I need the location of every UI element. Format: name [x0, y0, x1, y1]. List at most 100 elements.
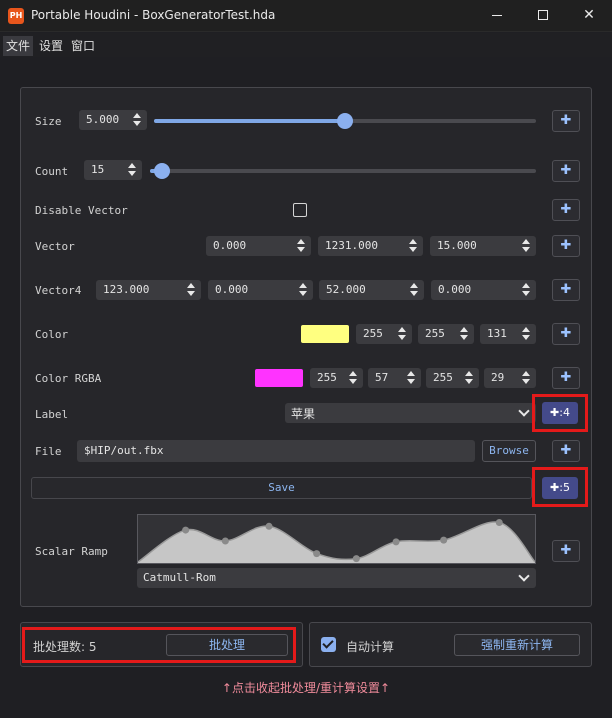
- scalar-ramp-add-button[interactable]: ✚: [552, 540, 580, 562]
- disable-vector-add-button[interactable]: ✚: [552, 199, 580, 221]
- auto-compute-label: 自动计算: [346, 640, 395, 654]
- size-add-button[interactable]: ✚: [552, 110, 580, 132]
- color-rgba-r-spinbox[interactable]: 255: [310, 368, 363, 388]
- color-b-value: 131: [487, 327, 507, 340]
- ramp-point[interactable]: [440, 536, 448, 544]
- ramp-point[interactable]: [182, 526, 190, 534]
- file-path-value: $HIP/out.fbx: [84, 444, 164, 457]
- force-recompute-button[interactable]: 强制重新计算: [454, 634, 580, 656]
- vector4-y-spinbox[interactable]: 0.000: [208, 280, 313, 300]
- color-rgba-b-value: 255: [433, 371, 453, 384]
- spin-arrows-icon[interactable]: [398, 326, 407, 342]
- ramp-point[interactable]: [221, 537, 229, 545]
- count-slider-handle[interactable]: [153, 163, 170, 179]
- color-rgba-r-value: 255: [317, 371, 337, 384]
- color-rgba-b-spinbox[interactable]: 255: [426, 368, 479, 388]
- size-slider[interactable]: [154, 113, 536, 129]
- spin-arrows-icon[interactable]: [522, 370, 531, 386]
- vector-y-spinbox[interactable]: 1231.000: [318, 236, 423, 256]
- count-slider[interactable]: [150, 163, 536, 179]
- vector4-x-value: 123.000: [103, 283, 150, 296]
- ramp-interpolation-dropdown[interactable]: Catmull-Rom: [137, 568, 536, 588]
- file-add-button[interactable]: ✚: [552, 440, 580, 462]
- spin-arrows-icon[interactable]: [410, 282, 419, 298]
- vector4-add-button[interactable]: ✚: [552, 279, 580, 301]
- size-spinbox[interactable]: 5.000: [79, 110, 147, 130]
- spin-arrows-icon[interactable]: [187, 282, 196, 298]
- browse-button[interactable]: Browse: [482, 440, 536, 462]
- ramp-point[interactable]: [392, 538, 400, 546]
- size-slider-handle[interactable]: [337, 113, 353, 129]
- spin-arrows-icon[interactable]: [133, 112, 142, 128]
- spin-arrows-icon[interactable]: [299, 282, 308, 298]
- minimize-icon: [492, 14, 502, 16]
- color-label: Color: [35, 328, 69, 341]
- spin-arrows-icon[interactable]: [465, 370, 474, 386]
- vector-y-value: 1231.000: [325, 239, 378, 252]
- close-button[interactable]: ✕: [566, 0, 612, 30]
- spin-arrows-icon[interactable]: [128, 162, 137, 178]
- batch-run-button[interactable]: 批处理: [166, 634, 288, 656]
- count-spinbox[interactable]: 15: [84, 160, 142, 180]
- spin-arrows-icon[interactable]: [407, 370, 416, 386]
- spin-arrows-icon[interactable]: [460, 326, 469, 342]
- color-rgba-a-spinbox[interactable]: 29: [484, 368, 536, 388]
- menu-file[interactable]: 文件: [3, 36, 34, 56]
- collapse-toggle-hint[interactable]: ↑点击收起批处理/重计算设置↑: [0, 679, 612, 696]
- disable-vector-checkbox[interactable]: [293, 203, 307, 217]
- ramp-point[interactable]: [265, 522, 273, 530]
- spin-arrows-icon[interactable]: [349, 370, 358, 386]
- save-button[interactable]: Save: [31, 477, 532, 499]
- menu-settings[interactable]: 设置: [36, 36, 66, 56]
- chevron-down-icon: [518, 570, 530, 582]
- maximize-button[interactable]: [520, 0, 566, 30]
- title-bar: PH Portable Houdini - BoxGeneratorTest.h…: [0, 0, 612, 32]
- vector-x-value: 0.000: [213, 239, 247, 252]
- count-add-button[interactable]: ✚: [552, 160, 580, 182]
- ramp-editor[interactable]: [137, 514, 536, 564]
- label-label: Label: [35, 408, 69, 421]
- batch-count-label: 批处理数: 5: [33, 640, 97, 654]
- menu-window[interactable]: 窗口: [68, 36, 98, 56]
- vector4-w-spinbox[interactable]: 0.000: [431, 280, 536, 300]
- vector4-z-spinbox[interactable]: 52.000: [319, 280, 424, 300]
- ramp-interpolation-value: Catmull-Rom: [143, 571, 216, 584]
- color-g-value: 255: [425, 327, 445, 340]
- vector4-label: Vector4: [35, 284, 82, 297]
- window-title: Portable Houdini - BoxGeneratorTest.hda: [31, 8, 276, 22]
- color-rgba-g-spinbox[interactable]: 57: [368, 368, 421, 388]
- label-add-count: :4: [559, 406, 570, 419]
- save-add-button[interactable]: ✚:5: [542, 477, 578, 499]
- color-swatch[interactable]: [301, 325, 349, 343]
- color-rgba-add-button[interactable]: ✚: [552, 367, 580, 389]
- ramp-point[interactable]: [352, 555, 360, 563]
- size-label: Size: [35, 115, 62, 128]
- color-b-spinbox[interactable]: 131: [480, 324, 536, 344]
- spin-arrows-icon[interactable]: [522, 326, 531, 342]
- auto-compute-checkbox[interactable]: [321, 637, 336, 652]
- ramp-point[interactable]: [495, 519, 503, 527]
- spin-arrows-icon[interactable]: [522, 282, 531, 298]
- color-rgba-label: Color RGBA: [35, 372, 102, 385]
- vector-add-button[interactable]: ✚: [552, 235, 580, 257]
- vector4-x-spinbox[interactable]: 123.000: [96, 280, 201, 300]
- label-add-button[interactable]: ✚:4: [542, 402, 578, 424]
- color-r-spinbox[interactable]: 255: [356, 324, 412, 344]
- minimize-button[interactable]: [474, 0, 520, 30]
- spin-arrows-icon[interactable]: [297, 238, 306, 254]
- vector-z-spinbox[interactable]: 15.000: [430, 236, 536, 256]
- color-g-spinbox[interactable]: 255: [418, 324, 474, 344]
- vector-z-value: 15.000: [437, 239, 477, 252]
- spin-arrows-icon[interactable]: [409, 238, 418, 254]
- vector4-w-value: 0.000: [438, 283, 472, 296]
- color-rgba-swatch[interactable]: [255, 369, 303, 387]
- disable-vector-label: Disable Vector: [35, 204, 128, 217]
- label-dropdown[interactable]: 苹果: [285, 403, 536, 423]
- ramp-point[interactable]: [313, 550, 321, 558]
- file-path-input[interactable]: $HIP/out.fbx: [77, 440, 475, 462]
- maximize-icon: [538, 10, 548, 20]
- ramp-curve[interactable]: [138, 515, 535, 563]
- vector-x-spinbox[interactable]: 0.000: [206, 236, 311, 256]
- color-add-button[interactable]: ✚: [552, 323, 580, 345]
- spin-arrows-icon[interactable]: [522, 238, 531, 254]
